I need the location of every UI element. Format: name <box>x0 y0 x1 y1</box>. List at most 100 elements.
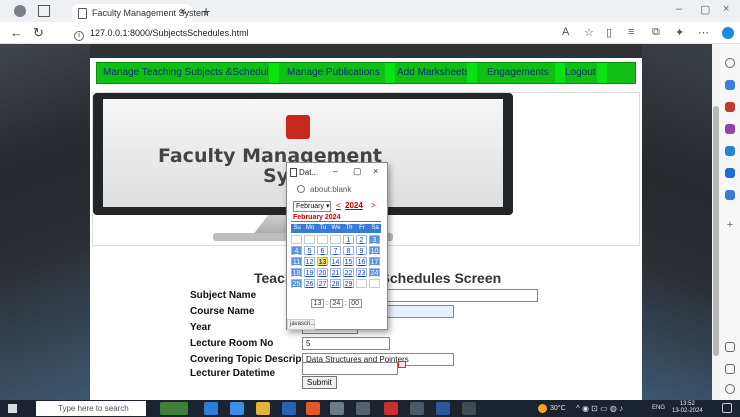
weather-icon[interactable] <box>538 404 547 413</box>
tray-language[interactable]: ENG <box>652 400 665 417</box>
tray-clock[interactable]: 13:52 13-02-2024 <box>672 401 703 415</box>
popup-maximize-button[interactable]: ▢ <box>353 166 362 177</box>
calendar-day[interactable]: 12 <box>304 257 315 266</box>
more-menu-icon[interactable]: ⋯ <box>698 26 709 39</box>
calendar-day[interactable]: 7 <box>330 246 341 255</box>
menu-teaching-subjects[interactable]: Manage Teaching Subjects &Schedules <box>97 63 285 83</box>
next-year-link[interactable]: > <box>371 201 376 210</box>
calendar-day[interactable]: 20 <box>317 268 328 277</box>
calendar-day[interactable]: 24 <box>369 268 380 277</box>
calendar-day[interactable]: 25 <box>291 279 302 288</box>
calendar-day[interactable]: 2 <box>356 235 367 244</box>
calendar-day[interactable]: 3 <box>369 235 380 244</box>
calendar-day[interactable]: 15 <box>343 257 354 266</box>
collections-icon[interactable]: ⧉ <box>652 26 660 39</box>
calendar-day[interactable]: 1 <box>343 235 354 244</box>
page-scrollbar[interactable] <box>712 44 720 400</box>
terminal-icon[interactable] <box>356 402 370 415</box>
sidebar-panel-icon[interactable] <box>725 342 735 352</box>
calendar-day[interactable]: 18 <box>291 268 302 277</box>
back-arrow-icon[interactable]: ← <box>10 25 23 40</box>
search-icon[interactable] <box>725 58 735 68</box>
hour-input[interactable]: 13 <box>311 299 324 308</box>
add-icon[interactable]: + <box>725 220 735 231</box>
workspaces-icon[interactable] <box>38 5 50 17</box>
calendar-day[interactable]: 13 <box>317 257 328 266</box>
tray-icons[interactable]: ^ ◉ ⊡ ▭ ◍ ♪ <box>576 400 623 417</box>
windows-start-icon[interactable] <box>8 404 17 413</box>
settings-taskbar-icon[interactable] <box>330 402 344 415</box>
refresh-icon[interactable]: ↻ <box>33 25 44 41</box>
calendar-day[interactable]: 5 <box>304 246 315 255</box>
calendar-day[interactable]: 19 <box>304 268 315 277</box>
chrome-icon[interactable] <box>306 402 320 415</box>
open-in-window-icon[interactable] <box>725 364 735 374</box>
room-input[interactable]: 5 <box>302 337 390 350</box>
calendar-day[interactable]: 14 <box>330 257 341 266</box>
close-window-button[interactable]: × <box>723 3 729 15</box>
paint-icon[interactable] <box>410 402 424 415</box>
calendar-day[interactable]: 4 <box>291 246 302 255</box>
calendar-day[interactable]: 23 <box>356 268 367 277</box>
read-aloud-icon[interactable]: A <box>562 26 569 38</box>
menu-add-marksheets[interactable]: Add Marksheets <box>391 63 475 83</box>
outlook-icon[interactable] <box>725 168 735 178</box>
calendar-day[interactable]: 29 <box>343 279 354 288</box>
favorite-star-icon[interactable]: ☆ <box>584 26 594 39</box>
tab-close-icon[interactable]: × <box>180 6 186 18</box>
calendar-day[interactable]: 6 <box>317 246 328 255</box>
edge-taskbar-icon[interactable] <box>230 402 244 415</box>
info-icon[interactable]: i <box>74 31 84 41</box>
calendar-icon[interactable] <box>398 361 406 368</box>
notifications-icon[interactable] <box>722 403 732 413</box>
second-input[interactable]: 00 <box>348 299 362 308</box>
submit-button[interactable]: Submit <box>302 376 337 389</box>
menu-publications[interactable]: Manage Publications <box>281 63 386 83</box>
popup-minimize-button[interactable]: – <box>333 166 338 176</box>
calendar-day[interactable]: 28 <box>330 279 341 288</box>
calendar-day[interactable]: 10 <box>369 246 380 255</box>
word-icon[interactable] <box>436 402 450 415</box>
prev-year-link[interactable]: < <box>336 201 341 210</box>
calendar-day[interactable]: 26 <box>304 279 315 288</box>
menu-engagements[interactable]: Engagements <box>481 63 555 83</box>
popup-close-button[interactable]: × <box>373 166 378 176</box>
new-tab-button[interactable]: + <box>202 3 210 19</box>
settings-gear-icon[interactable] <box>725 384 735 394</box>
minute-input[interactable]: 24 <box>329 299 343 308</box>
datetime-input[interactable] <box>302 362 398 375</box>
microsoft365-icon[interactable] <box>725 146 735 156</box>
maximize-button[interactable]: ▢ <box>700 3 710 16</box>
drop-icon[interactable] <box>725 190 735 200</box>
news-widget-icon[interactable] <box>160 402 188 415</box>
month-select[interactable]: February ▾ <box>293 201 331 212</box>
games-icon[interactable] <box>725 124 735 134</box>
calendar-day[interactable]: 22 <box>343 268 354 277</box>
tools-icon[interactable] <box>725 102 735 112</box>
address-bar[interactable]: i 127.0.0.1:8000/SubjectsSchedules.html <box>74 25 574 41</box>
calendar-day[interactable]: 8 <box>343 246 354 255</box>
calendar-day[interactable]: 27 <box>317 279 328 288</box>
store-icon[interactable] <box>282 402 296 415</box>
extensions-icon[interactable]: ✦ <box>675 26 684 39</box>
menu-logout[interactable]: Logout <box>559 63 602 83</box>
profile-icon[interactable] <box>14 5 26 17</box>
minimize-button[interactable]: – <box>676 3 682 15</box>
tray-temperature[interactable]: 30°C <box>550 400 566 417</box>
favorites-icon[interactable]: ≡ <box>628 26 634 38</box>
photos-icon[interactable] <box>462 402 476 415</box>
calendar-day[interactable]: 16 <box>356 257 367 266</box>
tab-faculty-management[interactable]: Faculty Management System × <box>72 4 209 22</box>
taskbar-search[interactable]: Type here to search <box>36 401 146 416</box>
calendar-day[interactable]: 11 <box>291 257 302 266</box>
pdf-reader-icon[interactable] <box>384 402 398 415</box>
copilot-icon[interactable] <box>722 27 734 39</box>
task-view-icon[interactable] <box>204 402 218 415</box>
calendar-day[interactable]: 9 <box>356 246 367 255</box>
scrollbar-thumb[interactable] <box>713 106 719 356</box>
shopping-icon[interactable] <box>725 80 735 90</box>
split-screen-icon[interactable]: ▯ <box>606 26 612 39</box>
calendar-day[interactable]: 21 <box>330 268 341 277</box>
file-explorer-icon[interactable] <box>256 402 270 415</box>
calendar-day[interactable]: 17 <box>369 257 380 266</box>
